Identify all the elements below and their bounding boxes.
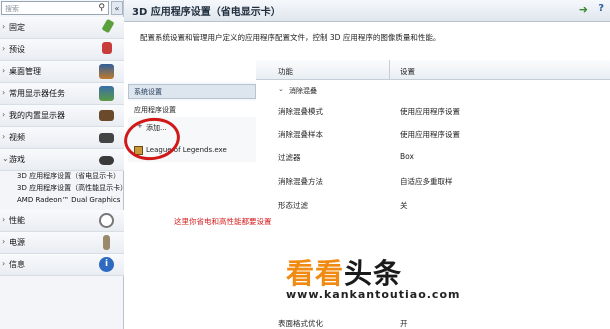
sidebar-subitem-label: 3D 应用程序设置（高性能显示卡） — [17, 184, 128, 192]
table-row[interactable]: 过滤器 Box — [256, 146, 610, 168]
table-cell-value: Box — [400, 152, 414, 161]
table-row[interactable]: 消除混叠方法 自适应多重取样 — [256, 170, 610, 192]
tab-label: 系统设置 — [134, 88, 162, 96]
column-header-feature: 功能 — [278, 67, 293, 76]
watermark: 看看头条 www.kankantoutiao.com — [286, 252, 486, 310]
display-tasks-icon — [99, 86, 114, 101]
page-title: 3D 应用程序设置（省电显示卡） — [132, 7, 281, 18]
sidebar-subitem-dual-graphics[interactable]: AMD Radeon™ Dual Graphics — [0, 195, 124, 207]
chevron-right-icon: › — [2, 44, 6, 53]
battery-icon — [103, 235, 110, 250]
table-row[interactable]: 表面格式优化 开 — [256, 312, 610, 329]
watermark-logo-part: 看看 — [286, 257, 345, 290]
column-separator — [389, 60, 390, 80]
search-icon[interactable]: ⚲ — [98, 3, 105, 13]
back-arrow-icon[interactable]: ➜ — [579, 3, 588, 16]
sidebar-item-label: 常用显示器任务 — [9, 89, 65, 98]
table-cell-feature: 表面格式优化 — [278, 319, 323, 328]
table-cell-feature: 消除混叠样本 — [278, 130, 323, 139]
gamepad-icon — [99, 156, 114, 165]
sidebar-item-information[interactable]: › 信息 i — [0, 254, 124, 276]
tab-application-settings[interactable]: 应用程序设置 — [128, 101, 256, 117]
page-description: 配置系统设置和管理用户定义的应用程序配置文件，控制 3D 应用程序的图像质量和性… — [140, 33, 441, 42]
chevron-right-icon: › — [2, 110, 6, 119]
table-cell-value: 使用应用程序设置 — [400, 130, 460, 139]
sidebar-item-desktop-management[interactable]: › 桌面管理 — [0, 61, 124, 83]
chevron-right-icon: › — [2, 22, 6, 31]
sidebar-subitem-3d-high-performance[interactable]: 3D 应用程序设置（高性能显示卡） — [0, 183, 128, 195]
chevron-right-icon: › — [2, 88, 6, 97]
sidebar-item-power[interactable]: › 电源 — [0, 232, 124, 254]
sidebar-item-gaming[interactable]: ⌄ 游戏 — [0, 149, 124, 171]
search-placeholder: 搜索 — [5, 5, 19, 13]
table-cell-feature: 消除混叠模式 — [278, 107, 323, 116]
annotation-note: 这里你省电和高性能都要设置 — [174, 217, 272, 226]
sidebar-item-label: 预设 — [9, 45, 25, 54]
column-header-setting: 设置 — [400, 67, 415, 76]
table-group-antialiasing[interactable]: ⌄ 消除混叠 — [256, 81, 610, 99]
table-cell-value: 开 — [400, 319, 408, 328]
tab-system-settings[interactable]: 系统设置 — [128, 84, 256, 99]
table-cell-feature: 消除混叠方法 — [278, 177, 323, 186]
sidebar-nav: › 固定 › 预设 › 桌面管理 › 常用显示器任务 › 我的内置显示器 › 视… — [0, 17, 128, 276]
chevron-right-icon: › — [2, 66, 6, 75]
info-icon: i — [99, 257, 114, 272]
tab-label: 应用程序设置 — [134, 106, 176, 114]
desktop-management-icon — [99, 64, 114, 79]
table-cell-feature: 过滤器 — [278, 153, 301, 162]
sidebar-item-pinned[interactable]: › 固定 — [0, 17, 124, 39]
sidebar-item-label: 信息 — [9, 260, 25, 269]
table-cell-value: 使用应用程序设置 — [400, 107, 460, 116]
help-icon[interactable]: ? — [598, 3, 604, 14]
collapse-sidebar-icon[interactable]: « — [111, 1, 123, 15]
watermark-logo-part: 头条 — [344, 257, 403, 290]
sidebar-item-label: 桌面管理 — [9, 67, 41, 76]
table-row[interactable]: 消除混叠样本 使用应用程序设置 — [256, 123, 610, 145]
chevron-right-icon: › — [2, 132, 6, 141]
table-row[interactable]: 消除混叠模式 使用应用程序设置 — [256, 100, 610, 122]
table-cell-value: 关 — [400, 201, 408, 210]
sidebar-subitem-label: AMD Radeon™ Dual Graphics — [17, 196, 121, 204]
sidebar: 搜索 ⚲ « › 固定 › 预设 › 桌面管理 › 常用显示器任务 › 我的内置… — [0, 0, 128, 329]
sidebar-item-label: 视频 — [9, 133, 25, 142]
video-icon — [99, 133, 114, 143]
sidebar-item-label: 性能 — [9, 216, 25, 225]
chevron-right-icon: › — [2, 237, 6, 246]
chevron-right-icon: › — [2, 215, 6, 224]
chevron-down-icon: ⌄ — [2, 154, 9, 163]
sidebar-item-label: 固定 — [9, 23, 25, 32]
search-input[interactable]: 搜索 ⚲ — [1, 1, 109, 15]
chevron-right-icon: › — [2, 259, 6, 268]
pin-icon — [101, 18, 115, 34]
watermark-logo: 看看头条 — [286, 252, 402, 292]
table-group-label: 消除混叠 — [289, 87, 317, 95]
page-header: 3D 应用程序设置（省电显示卡） ➜ ? — [124, 0, 610, 22]
performance-gauge-icon — [99, 213, 114, 228]
sidebar-item-label: 我的内置显示器 — [9, 111, 65, 120]
sidebar-item-video[interactable]: › 视频 — [0, 127, 124, 149]
sidebar-item-label: 游戏 — [9, 155, 25, 164]
sidebar-item-presets[interactable]: › 预设 — [0, 39, 124, 61]
preset-icon — [102, 42, 112, 54]
table-header: 功能 设置 — [256, 60, 610, 80]
sidebar-item-label: 电源 — [9, 238, 25, 247]
sidebar-item-builtin-display[interactable]: › 我的内置显示器 — [0, 105, 124, 127]
laptop-display-icon — [99, 110, 114, 121]
sidebar-subitem-label: 3D 应用程序设置（省电显示卡） — [17, 172, 121, 180]
sidebar-item-display-tasks[interactable]: › 常用显示器任务 — [0, 83, 124, 105]
table-row[interactable]: 形态过滤 关 — [256, 194, 610, 216]
table-cell-feature: 形态过滤 — [278, 201, 308, 210]
watermark-url: www.kankantoutiao.com — [286, 288, 461, 301]
sidebar-subitem-3d-power-saving[interactable]: 3D 应用程序设置（省电显示卡） — [0, 171, 124, 183]
chevron-down-icon: ⌄ — [278, 85, 284, 93]
sidebar-item-performance[interactable]: › 性能 — [0, 210, 124, 232]
table-cell-value: 自适应多重取样 — [400, 177, 453, 186]
